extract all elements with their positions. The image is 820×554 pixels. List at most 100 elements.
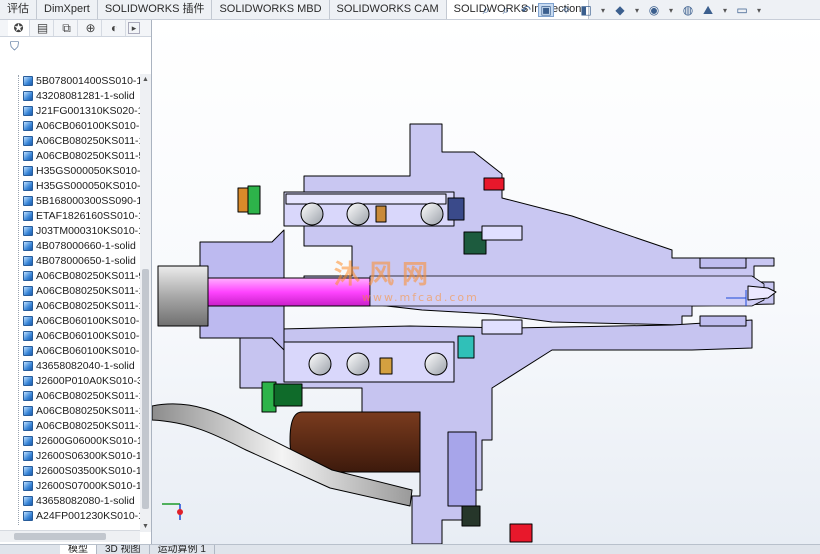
configuration-manager-tab-icon[interactable]: ⧉: [56, 20, 78, 36]
tree-item-label: J2600P010A0KS010-3: [36, 374, 140, 387]
tree-item[interactable]: A06CB080250KS011-1: [0, 418, 140, 433]
tree-item[interactable]: J2600G06000KS010-1: [0, 433, 140, 448]
dimxpert-manager-tab-icon[interactable]: ⊕: [80, 20, 102, 36]
tab-solidworks-mbd[interactable]: SOLIDWORKS MBD: [212, 0, 330, 19]
zoom-to-fit-icon[interactable]: ⌕: [478, 3, 494, 17]
tree-item[interactable]: A06CB080250KS011-1: [0, 388, 140, 403]
apply-scene-dropdown-icon[interactable]: ▾: [720, 3, 730, 17]
tree-item-label: A06CB080250KS011-1: [36, 134, 140, 147]
tab-3d-view[interactable]: 3D 视图: [97, 545, 150, 554]
panel-tabs-scroll-right-icon[interactable]: ▸: [128, 22, 140, 34]
tree-item-label: J21FG001310KS020-1: [36, 104, 140, 117]
part-icon: [23, 150, 33, 161]
view-settings-icon[interactable]: ▭: [734, 3, 750, 17]
tab-evaluate[interactable]: 评估: [0, 0, 37, 19]
feature-tree: 5B078001400SS010-1 43208081281-1-solid J21…: [0, 73, 140, 529]
display-style-dropdown-icon[interactable]: ▾: [632, 3, 642, 17]
tree-item[interactable]: A06CB080250KS011-1: [0, 298, 140, 313]
tree-item[interactable]: J2600S06300KS010-1: [0, 448, 140, 463]
model-view-tabs: 模型 3D 视图 运动算例 1: [0, 544, 820, 554]
part-icon: [23, 225, 33, 236]
tree-item[interactable]: A06CB080250KS011-5: [0, 148, 140, 163]
tree-item[interactable]: A24FP001230KS010-1: [0, 508, 140, 523]
tab-solidworks-cam[interactable]: SOLIDWORKS CAM: [329, 0, 447, 19]
part-icon: [23, 360, 33, 371]
tree-item[interactable]: A06CB080250KS011-1: [0, 403, 140, 418]
tree-item[interactable]: 43658082080-1-solid: [0, 493, 140, 508]
tree-item-label: A06CB060100KS010-5: [36, 314, 140, 327]
tree-item[interactable]: A06CB060100KS010-5: [0, 313, 140, 328]
scroll-up-icon[interactable]: ▲: [140, 74, 151, 85]
apply-scene-icon[interactable]: ⛰: [700, 3, 716, 17]
feature-manager-tab-icon[interactable]: ✪: [8, 20, 30, 36]
display-manager-tab-icon[interactable]: ◐: [104, 20, 126, 36]
tree-item[interactable]: A06CB060100KS010-1: [0, 118, 140, 133]
tree-item-label: A06CB080250KS011-1: [36, 404, 140, 417]
display-style-icon[interactable]: ◆: [612, 3, 628, 17]
tree-item[interactable]: 43208081281-1-solid: [0, 88, 140, 103]
tree-item-label: A06CB060100KS010-2: [36, 344, 140, 357]
filter-icon[interactable]: ⛉: [0, 37, 151, 55]
part-icon: [23, 345, 33, 356]
edit-appearance-icon[interactable]: ◍: [680, 3, 696, 17]
tree-item[interactable]: J21FG001310KS020-1: [0, 103, 140, 118]
dynamic-annotation-icon[interactable]: ✧: [558, 3, 574, 17]
part-icon: [23, 480, 33, 491]
scroll-down-icon[interactable]: ▼: [140, 521, 151, 532]
tab-navigation-arrows[interactable]: [0, 545, 60, 554]
view-orientation-icon[interactable]: ◧: [578, 3, 594, 17]
tree-item[interactable]: H35GS000050KS010-2: [0, 178, 140, 193]
previous-view-icon[interactable]: ↶: [518, 3, 534, 17]
part-icon: [23, 435, 33, 446]
tree-vertical-scrollbar[interactable]: ▲ ▼: [140, 74, 151, 532]
part-icon: [23, 105, 33, 116]
assembly-section-view[interactable]: [152, 20, 820, 544]
tree-item[interactable]: A06CB060100KS010-2: [0, 343, 140, 358]
part-icon: [23, 165, 33, 176]
graphics-area[interactable]: 沐风网 www.mfcad.com: [152, 20, 820, 544]
tree-item-label: J2600S03500KS010-1: [36, 464, 140, 477]
tree-item[interactable]: H35GS000050KS010-1: [0, 163, 140, 178]
tree-item[interactable]: A06CB080250KS011-1: [0, 133, 140, 148]
hide-show-dropdown-icon[interactable]: ▾: [666, 3, 676, 17]
tree-item-label: 5B078001400SS010-1: [36, 74, 140, 87]
tree-item-label: J2600G06000KS010-1: [36, 434, 140, 447]
part-icon: [23, 135, 33, 146]
tree-item[interactable]: A06CB080250KS011-1: [0, 283, 140, 298]
scroll-thumb[interactable]: [142, 269, 149, 509]
horizontal-scroll-thumb[interactable]: [14, 533, 106, 540]
tree-item-label: J2600S06300KS010-1: [36, 449, 140, 462]
view-settings-dropdown-icon[interactable]: ▾: [754, 3, 764, 17]
tree-item-label: A06CB080250KS011-1: [36, 389, 140, 402]
zoom-to-area-icon[interactable]: ⌕: [498, 3, 514, 17]
tab-solidworks-addins[interactable]: SOLIDWORKS 插件: [97, 0, 213, 19]
tree-item[interactable]: 5B168000300SS090-1: [0, 193, 140, 208]
tree-item[interactable]: A06CB080250KS011-9: [0, 268, 140, 283]
tab-dimxpert[interactable]: DimXpert: [37, 0, 98, 19]
part-icon: [23, 75, 33, 86]
part-icon: [23, 195, 33, 206]
part-icon: [23, 285, 33, 296]
tree-horizontal-scrollbar[interactable]: [0, 530, 140, 542]
part-icon: [23, 495, 33, 506]
tree-item[interactable]: J2600P010A0KS010-3: [0, 373, 140, 388]
tree-item-label: 4B078000660-1-solid: [36, 239, 136, 252]
section-view-icon[interactable]: ▣: [538, 3, 554, 17]
tree-item[interactable]: 4B078000650-1-solid: [0, 253, 140, 268]
tab-motion-study-1[interactable]: 运动算例 1: [150, 545, 215, 554]
tree-item-label: 43658082040-1-solid: [36, 359, 135, 372]
tree-item-label: 43658082080-1-solid: [36, 494, 135, 507]
tree-item[interactable]: J2600S03500KS010-1: [0, 463, 140, 478]
tree-item[interactable]: J03TM000310KS010-1: [0, 223, 140, 238]
tab-model[interactable]: 模型: [60, 545, 97, 554]
property-manager-tab-icon[interactable]: ▤: [32, 20, 54, 36]
tree-item[interactable]: ETAF1826160SS010-1: [0, 208, 140, 223]
tree-item[interactable]: A06CB060100KS010-6: [0, 328, 140, 343]
tree-item[interactable]: J2600S07000KS010-1: [0, 478, 140, 493]
tree-item[interactable]: 4B078000660-1-solid: [0, 238, 140, 253]
view-orientation-dropdown-icon[interactable]: ▾: [598, 3, 608, 17]
tree-item[interactable]: 5B078001400SS010-1: [0, 73, 140, 88]
part-icon: [23, 210, 33, 221]
tree-item[interactable]: 43658082040-1-solid: [0, 358, 140, 373]
hide-show-items-icon[interactable]: ◉: [646, 3, 662, 17]
